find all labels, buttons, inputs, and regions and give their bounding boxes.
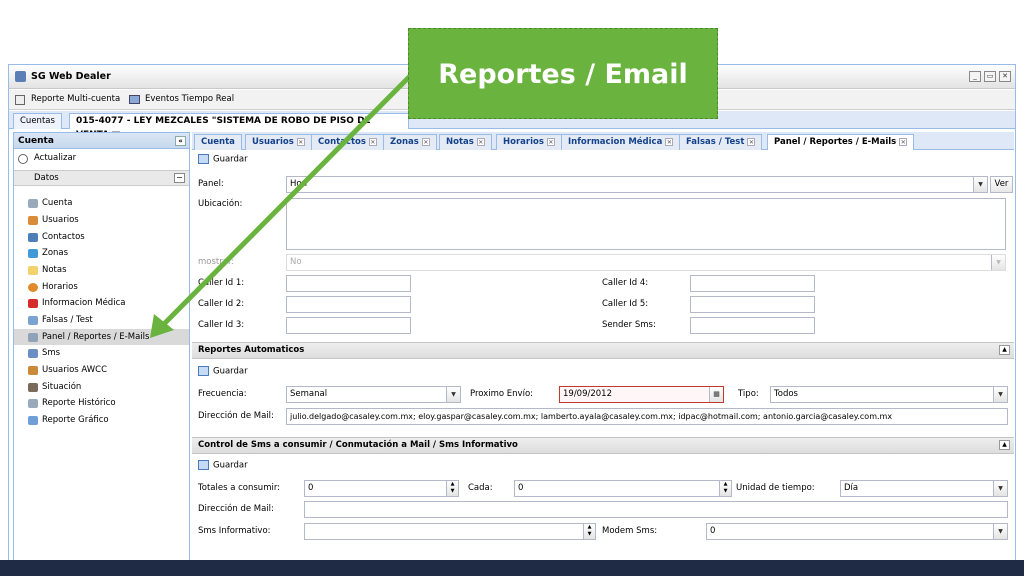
- arrow-line: [160, 66, 420, 328]
- callout-box: Reportes / Email: [408, 28, 718, 119]
- bottom-band: [0, 560, 1024, 576]
- callout-text: Reportes / Email: [438, 59, 688, 90]
